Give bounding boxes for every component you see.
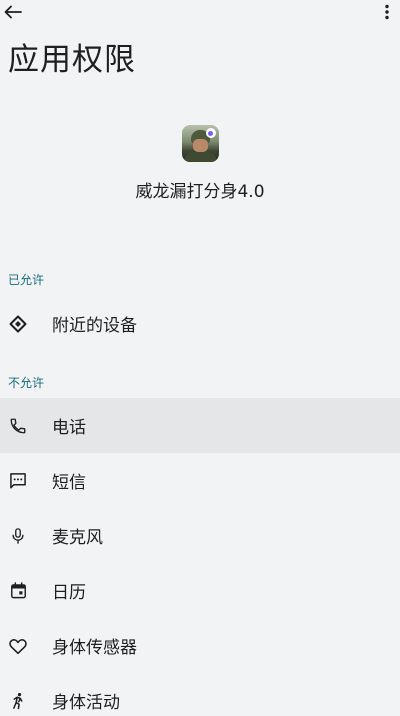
heart-icon (8, 636, 28, 656)
app-name: 威龙漏打分身4.0 (135, 182, 265, 202)
phone-icon (8, 416, 28, 436)
clone-badge-icon (205, 128, 216, 138)
permission-item-sms[interactable]: 短信 (0, 453, 400, 508)
app-icon (181, 125, 219, 162)
section-label-denied: 不允许 (8, 376, 45, 390)
permission-item-microphone[interactable]: 麦克风 (0, 508, 400, 563)
more-options-button[interactable] (382, 2, 392, 22)
permission-item-body-sensors[interactable]: 身体传感器 (0, 618, 400, 673)
app-header: 威龙漏打分身4.0 (0, 125, 400, 202)
running-icon (8, 691, 28, 711)
permission-label: 附近的设备 (52, 316, 137, 336)
calendar-icon (8, 581, 28, 601)
section-label-allowed: 已允许 (8, 273, 45, 287)
permission-item-physical-activity[interactable]: 身体活动 (0, 673, 400, 716)
permission-item-nearby-devices[interactable]: 附近的设备 (0, 296, 400, 351)
permission-label: 日历 (52, 583, 86, 603)
page-title: 应用权限 (8, 42, 136, 78)
permission-label: 麦克风 (52, 528, 103, 548)
permission-label: 短信 (52, 473, 86, 493)
permission-label: 身体活动 (52, 693, 120, 713)
permission-label: 身体传感器 (52, 638, 137, 658)
more-vert-icon (385, 4, 389, 20)
back-button[interactable] (0, 0, 26, 24)
microphone-icon (8, 526, 28, 546)
permission-item-calendar[interactable]: 日历 (0, 563, 400, 618)
sms-icon (8, 471, 28, 491)
app-permissions-screen: 应用权限 威龙漏打分身4.0 已允许 附近的设备 不允许 电话 短信 麦克风 日… (0, 0, 400, 716)
permission-label: 电话 (52, 418, 86, 438)
permission-item-phone[interactable]: 电话 (0, 398, 400, 453)
nearby-devices-icon (8, 314, 28, 334)
arrow-back-icon (4, 5, 22, 19)
